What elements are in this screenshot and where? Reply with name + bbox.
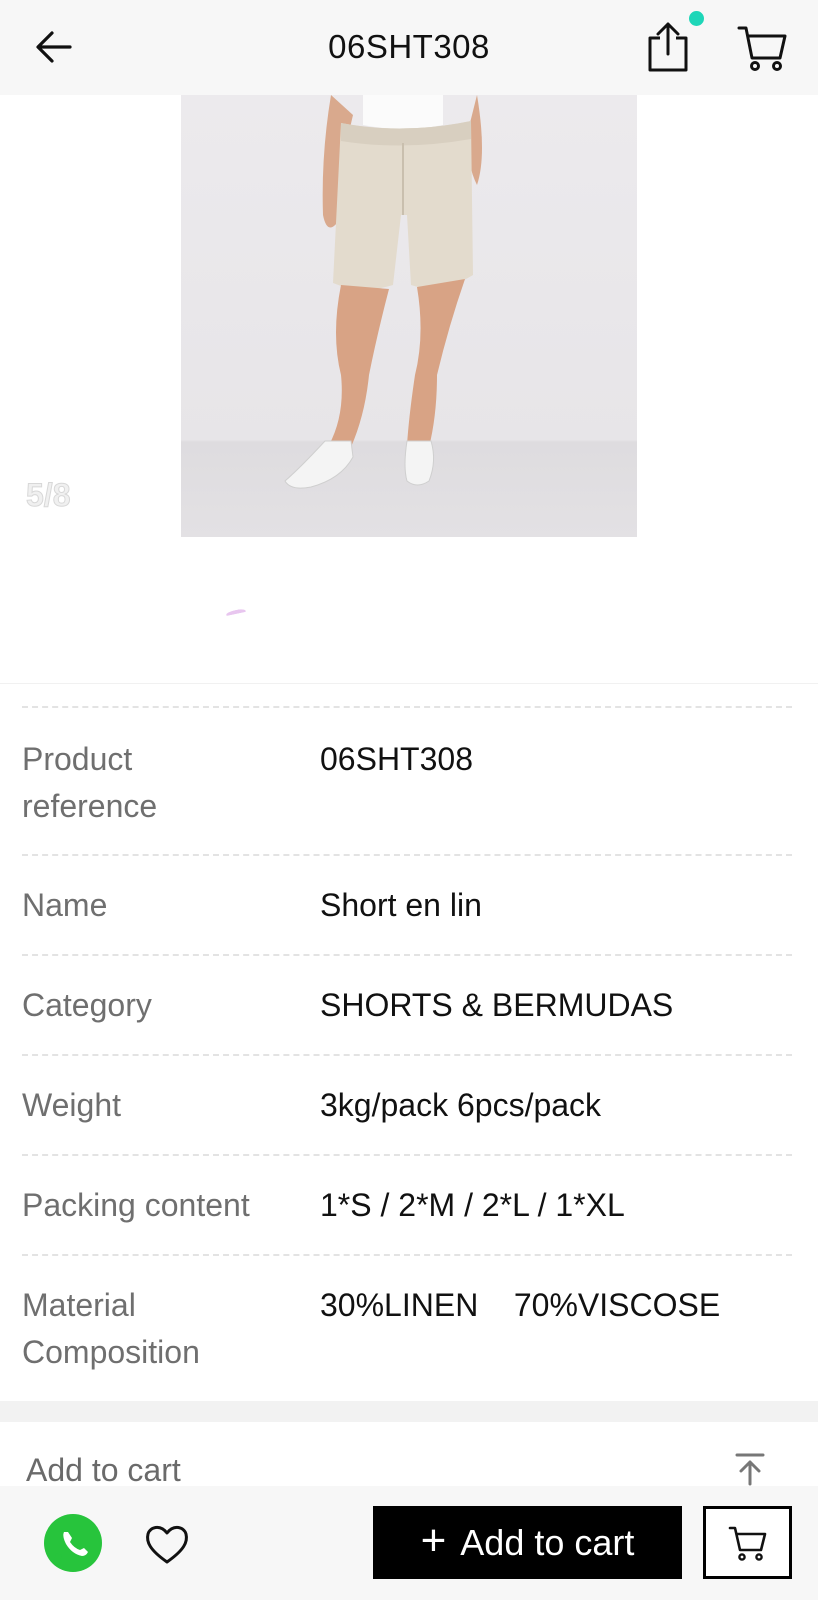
notification-dot	[689, 11, 704, 26]
product-photo[interactable]	[181, 95, 637, 537]
header-cart-button[interactable]	[736, 22, 788, 74]
whatsapp-button[interactable]	[44, 1514, 102, 1572]
detail-label: Weight	[22, 1087, 122, 1123]
add-to-cart-button[interactable]: + Add to cart	[373, 1506, 682, 1579]
add-to-cart-section: Add to cart	[0, 1422, 818, 1488]
share-button[interactable]	[643, 20, 693, 74]
model-figure-image	[284, 95, 482, 489]
detail-label: Category	[22, 987, 152, 1023]
whatsapp-icon	[53, 1532, 88, 1565]
detail-value: 3kg/pack 6pcs/pack	[320, 1087, 602, 1123]
detail-value: 30%LINEN 70%VISCOSE	[320, 1287, 721, 1323]
share-icon	[648, 22, 688, 72]
bottom-action-bar: + Add to cart	[0, 1486, 818, 1600]
product-image-gallery[interactable]: 5/8	[0, 95, 818, 683]
detail-value: 1*S / 2*M / 2*L / 1*XL	[320, 1187, 625, 1223]
image-counter: 5/8	[25, 477, 71, 514]
plus-icon: +	[420, 1515, 447, 1565]
detail-row-packing-content: Packing content 1*S / 2*M / 2*L / 1*XL	[22, 1154, 792, 1254]
product-details-table: Product reference 06SHT308 Name Short en…	[0, 683, 818, 1401]
heart-icon	[146, 1526, 188, 1564]
view-cart-button[interactable]	[703, 1506, 792, 1579]
scroll-to-top-button[interactable]	[733, 1452, 767, 1486]
detail-value: Short en lin	[320, 887, 482, 923]
section-title: Add to cart	[26, 1452, 181, 1488]
cart-icon	[728, 1526, 766, 1561]
detail-value: SHORTS & BERMUDAS	[320, 987, 674, 1023]
section-divider	[0, 1401, 818, 1422]
detail-label: Product reference	[22, 741, 158, 824]
favorite-button[interactable]	[144, 1522, 190, 1566]
detail-label: Name	[22, 887, 108, 923]
detail-row-category: Category SHORTS & BERMUDAS	[22, 954, 792, 1054]
add-to-cart-label: Add to cart	[460, 1521, 635, 1563]
cart-icon	[737, 26, 787, 71]
detail-value: 06SHT308	[320, 741, 473, 777]
top-app-bar: 06SHT308	[0, 0, 818, 95]
detail-row-weight: Weight 3kg/pack 6pcs/pack	[22, 1054, 792, 1154]
detail-label: Material Composition	[22, 1287, 200, 1370]
detail-row-product-reference: Product reference 06SHT308	[22, 706, 792, 854]
detail-row-name: Name Short en lin	[22, 854, 792, 954]
detail-label: Packing content	[22, 1187, 250, 1223]
page-title: 06SHT308	[328, 28, 490, 65]
loading-indicator	[225, 607, 247, 619]
detail-row-material-composition: Material Composition 30%LINEN 70%VISCOSE	[22, 1254, 792, 1402]
arrow-up-to-top-icon	[735, 1453, 765, 1486]
